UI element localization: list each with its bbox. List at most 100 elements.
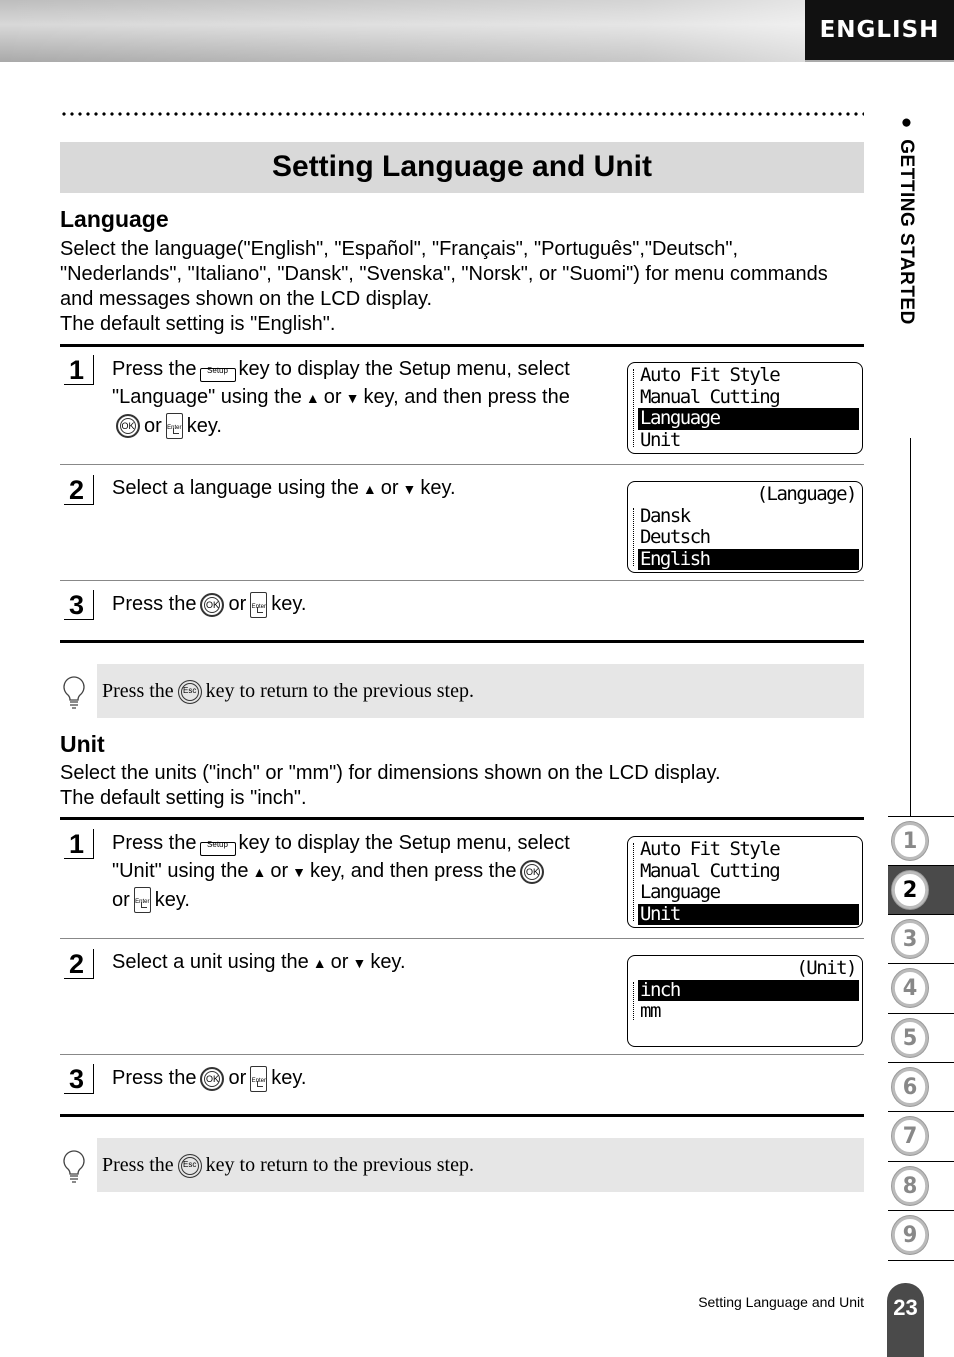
text: key.: [186, 414, 222, 437]
chapter-number: 2: [891, 871, 929, 909]
esc-key-icon: Esc: [177, 680, 202, 705]
step-text: Select a unit using the ▲ or ▼ key.: [112, 948, 612, 977]
chapter-tab-1[interactable]: 1: [888, 816, 954, 865]
language-tab: ENGLISH: [805, 0, 954, 60]
chapter-tab-4[interactable]: 4: [888, 963, 954, 1012]
text: Press the: [102, 680, 174, 702]
page-title: Setting Language and Unit: [60, 142, 864, 193]
lcd-display: Auto Fit Style Manual Cutting Language U…: [627, 362, 863, 454]
lcd-header: (Unit): [796, 957, 857, 979]
text: Press the: [112, 358, 197, 380]
lcd-row: Manual Cutting: [640, 859, 781, 882]
divider: [60, 1114, 864, 1117]
divider: [60, 580, 864, 581]
chapter-number: 6: [891, 1068, 929, 1106]
text: key, and then press the: [363, 386, 570, 408]
text: Press the: [112, 593, 197, 615]
ok-key-icon: OK: [116, 414, 140, 439]
dotted-divider: [60, 112, 864, 116]
text-line: Select the language("English", "Español"…: [60, 238, 739, 260]
lcd-row: mm: [640, 1000, 661, 1022]
lcd-header: (Language): [756, 483, 858, 505]
lcd-row: Unit: [640, 428, 681, 451]
step-number: 2: [64, 475, 94, 505]
chapter-tab-9[interactable]: 9: [888, 1210, 954, 1259]
hint-bulb-icon: [63, 1150, 85, 1183]
down-arrow-icon: ▼: [345, 389, 360, 406]
section-label: ● GETTING STARTED: [896, 112, 917, 325]
scroll-indicator: [633, 508, 634, 566]
text: or: [323, 386, 342, 408]
unit-heading: Unit: [60, 731, 105, 757]
text: key.: [271, 1067, 307, 1089]
divider: [60, 1054, 864, 1055]
text-line: "Nederlands", "Italiano", "Dansk", "Sven…: [60, 263, 828, 285]
lcd-row: Auto Fit Style: [640, 364, 781, 386]
text: key to return to the previous step.: [205, 1154, 474, 1176]
side-rule: [910, 438, 911, 816]
chapter-number: 7: [891, 1117, 929, 1155]
chapter-tab-8[interactable]: 8: [888, 1161, 954, 1210]
chapter-tab-2[interactable]: 2: [888, 865, 954, 914]
text: Select a unit using the: [112, 951, 309, 973]
setup-key-icon: [200, 831, 237, 859]
text: key to return to the previous step.: [205, 680, 474, 702]
enter-key-icon: Enter: [133, 887, 151, 914]
lcd-row: Language: [640, 881, 721, 903]
lcd-display: Auto Fit Style Manual Cutting Language U…: [627, 836, 863, 928]
divider: [60, 817, 864, 820]
divider: [60, 344, 864, 347]
step-text: Select a language using the ▲ or ▼ key.: [112, 474, 612, 503]
text: Select a language using the: [112, 477, 359, 499]
section-label-text: GETTING STARTED: [896, 139, 917, 325]
chapter-number: 8: [891, 1167, 929, 1205]
lcd-row-selected: English: [638, 548, 859, 570]
chapter-tab-5[interactable]: 5: [888, 1013, 954, 1062]
divider: [60, 464, 864, 465]
text: Press the: [112, 832, 197, 854]
chapter-tab-7[interactable]: 7: [888, 1111, 954, 1160]
text: Press the: [112, 1067, 197, 1089]
step-number: 2: [64, 949, 94, 979]
text: key.: [420, 477, 456, 499]
scroll-indicator: [633, 843, 634, 921]
up-arrow-icon: ▲: [252, 863, 267, 880]
ok-key-icon: OK: [520, 859, 545, 884]
lcd-row: Dansk: [640, 504, 691, 527]
language-heading: Language: [60, 206, 169, 232]
lcd-row-selected: inch: [638, 979, 859, 1001]
down-arrow-icon: ▼: [292, 863, 307, 880]
lcd-row-selected: Language: [638, 407, 859, 430]
text: or: [270, 860, 289, 882]
text: key.: [271, 593, 307, 615]
up-arrow-icon: ▲: [312, 954, 327, 971]
divider: [888, 1260, 954, 1261]
down-arrow-icon: ▼: [352, 954, 367, 971]
step-text: Press thekey to display the Setup menu, …: [112, 355, 612, 440]
enter-key-icon: Enter: [250, 591, 268, 618]
text: or: [112, 888, 130, 911]
step-number: 1: [64, 355, 94, 385]
chapter-number: 5: [891, 1019, 929, 1057]
chapter-tab-3[interactable]: 3: [888, 914, 954, 963]
text: key.: [370, 951, 406, 973]
divider: [60, 938, 864, 939]
esc-key-icon: Esc: [177, 1154, 202, 1179]
chapter-number: 3: [891, 920, 929, 958]
footer-title: Setting Language and Unit: [698, 1294, 864, 1310]
step-text: Press the OK or Enter key.: [112, 590, 612, 618]
chapter-number: 1: [891, 822, 929, 860]
text-line: Select the units ("inch" or "mm") for di…: [60, 762, 721, 784]
text-line: The default setting is "inch".: [60, 787, 307, 809]
page-number: 23: [887, 1283, 924, 1357]
up-arrow-icon: ▲: [362, 480, 377, 497]
step-number: 3: [64, 590, 94, 620]
lcd-row: Manual Cutting: [640, 385, 781, 408]
enter-key-icon: Enter: [165, 413, 183, 440]
lcd-display: (Unit) inch mm: [627, 955, 863, 1047]
chapter-number: 9: [891, 1216, 929, 1254]
chapter-tab-6[interactable]: 6: [888, 1062, 954, 1111]
text: or: [380, 477, 399, 499]
tip-box: Press the Esc key to return to the previou…: [97, 664, 864, 718]
language-description: Select the language("English", "Español"…: [60, 237, 870, 337]
